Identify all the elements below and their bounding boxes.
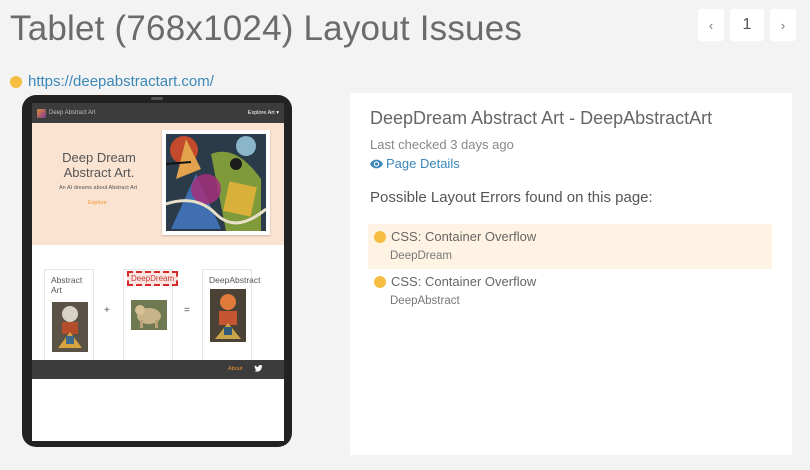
preview-hero: Deep Dream Abstract Art. An AI dreams ab… bbox=[32, 123, 284, 245]
preview-footer: About bbox=[32, 360, 284, 379]
details-panel: DeepDream Abstract Art - DeepAbstractArt… bbox=[350, 93, 792, 455]
deepdream-dog-image bbox=[131, 300, 167, 330]
abstract-painting-image bbox=[165, 134, 267, 231]
tablet-preview: Deep Abstract Art Explore Art ▾ Deep Dre… bbox=[22, 95, 292, 447]
twitter-icon bbox=[254, 364, 263, 372]
overflow-error-highlight: DeepDream bbox=[127, 271, 179, 286]
abstract-art-image bbox=[52, 302, 88, 352]
preview-card-deepabstract: DeepAbstract bbox=[202, 269, 261, 361]
error-target: DeepAbstract bbox=[390, 295, 460, 307]
warning-status-icon bbox=[374, 275, 386, 288]
page-details-label: Page Details bbox=[386, 156, 460, 171]
error-target: DeepDream bbox=[390, 250, 452, 262]
tablet-camera bbox=[151, 97, 163, 100]
tablet-screen: Deep Abstract Art Explore Art ▾ Deep Dre… bbox=[32, 103, 284, 441]
deepabstract-image bbox=[210, 289, 246, 342]
prev-page-button[interactable]: ‹ bbox=[698, 9, 724, 41]
pagination: ‹ 1 › bbox=[698, 9, 796, 41]
errors-heading: Possible Layout Errors found on this pag… bbox=[370, 189, 653, 206]
error-type: CSS: Container Overflow bbox=[391, 274, 537, 289]
layout-error-item[interactable]: CSS: Container Overflow DeepDream bbox=[368, 224, 772, 269]
preview-brand: Deep Abstract Art bbox=[37, 108, 96, 118]
site-title: DeepDream Abstract Art - DeepAbstractArt bbox=[370, 108, 713, 128]
eye-icon bbox=[370, 159, 383, 168]
preview-explore-menu: Explore Art ▾ bbox=[247, 110, 279, 116]
equals-sign: = bbox=[184, 305, 190, 316]
preview-hero-title: Deep Dream Abstract Art. bbox=[62, 150, 136, 180]
warning-status-icon bbox=[10, 75, 22, 88]
next-page-button[interactable]: › bbox=[770, 9, 796, 41]
preview-brand-text: Deep Abstract Art bbox=[49, 110, 96, 116]
site-url-link[interactable]: https://deepabstractart.com/ bbox=[28, 73, 214, 90]
preview-card-title: DeepAbstract bbox=[209, 275, 261, 285]
preview-explore-button: Explore bbox=[88, 200, 107, 206]
preview-card-title: Abstract Art bbox=[51, 275, 83, 295]
preview-logo-icon bbox=[37, 108, 46, 118]
preview-about-link: About bbox=[228, 366, 243, 372]
preview-hero-subtitle: An AI dreams about Abstract Art bbox=[59, 185, 137, 191]
site-url-row: https://deepabstractart.com/ bbox=[10, 73, 214, 90]
preview-hero-artwork bbox=[162, 130, 270, 235]
error-type: CSS: Container Overflow bbox=[391, 229, 537, 244]
page-title: Tablet (768x1024) Layout Issues bbox=[10, 9, 523, 48]
preview-card-abstract-art: Abstract Art bbox=[44, 269, 94, 361]
preview-cards: Abstract Art + DeepDream = DeepAbstract bbox=[32, 255, 284, 361]
last-checked-text: Last checked 3 days ago bbox=[370, 137, 514, 152]
plus-sign: + bbox=[104, 305, 110, 316]
layout-error-item[interactable]: CSS: Container Overflow DeepAbstract bbox=[368, 269, 772, 314]
page-details-link[interactable]: Page Details bbox=[370, 156, 460, 171]
warning-status-icon bbox=[374, 230, 386, 243]
preview-navbar: Deep Abstract Art Explore Art ▾ bbox=[32, 103, 284, 123]
current-page-button[interactable]: 1 bbox=[730, 9, 764, 41]
